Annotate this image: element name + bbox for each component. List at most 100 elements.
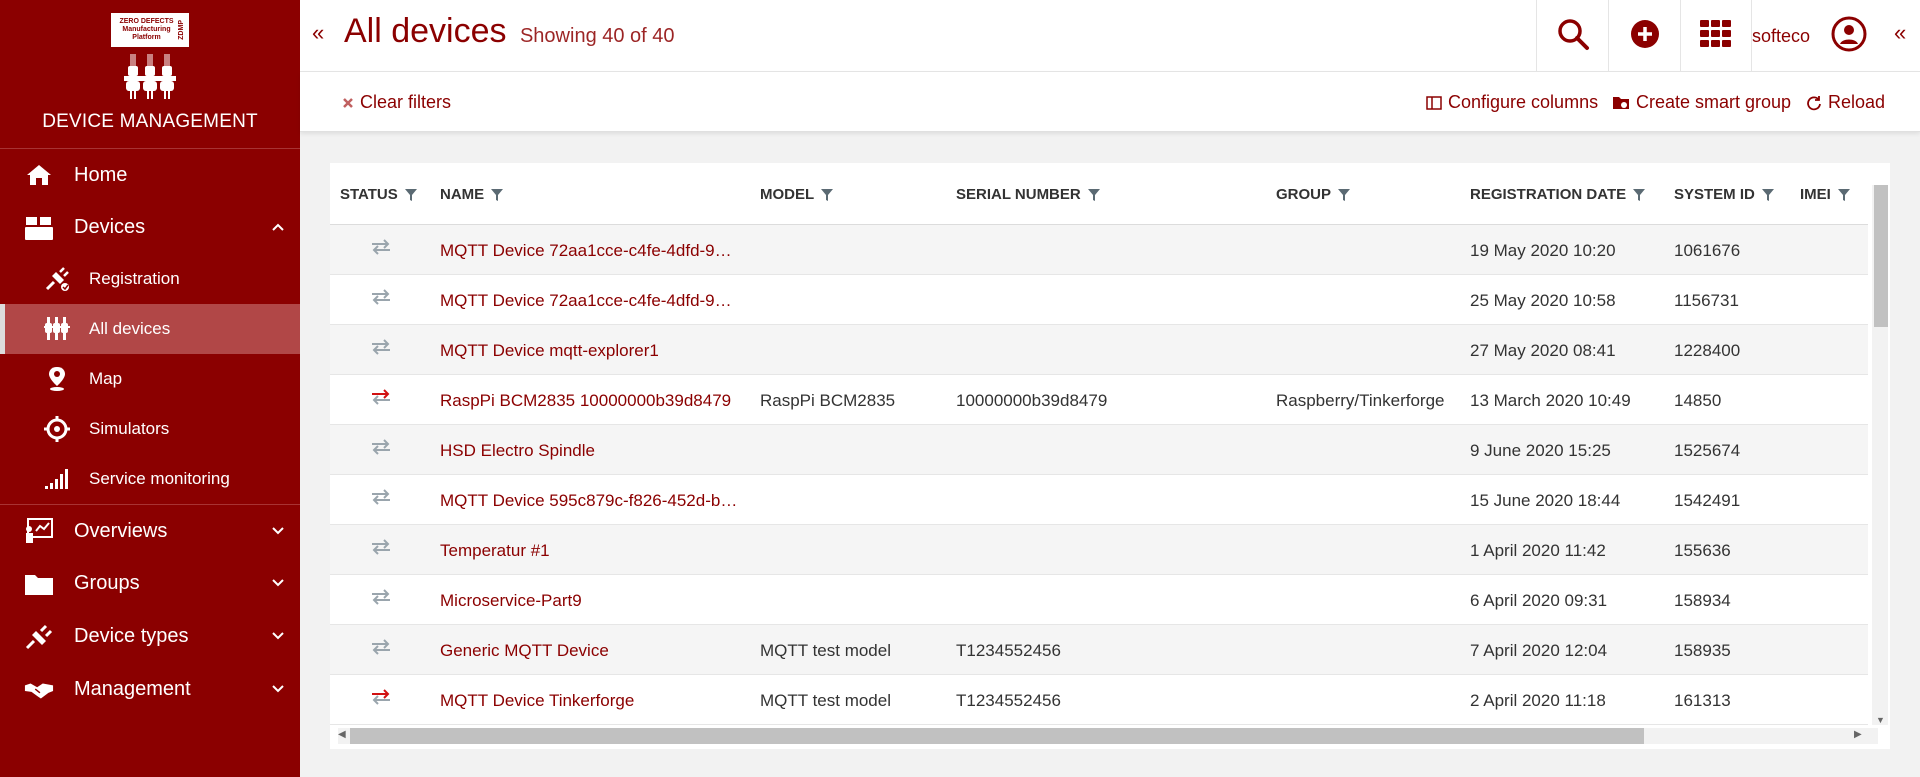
cell-name[interactable]: Temperatur #1 xyxy=(440,541,550,561)
cell-system-id: 1542491 xyxy=(1674,491,1741,510)
column-header[interactable]: IMEI xyxy=(1800,186,1851,203)
zdmp-logo: ZERO DEFECTS Manufacturing Platform ZDMP xyxy=(110,12,190,48)
cell-system-id: 155636 xyxy=(1674,541,1731,560)
table-row[interactable]: MQTT Device 72aa1cce-c4fe-4dfd-9… 19 May … xyxy=(330,225,1868,275)
cell-name[interactable]: HSD Electro Spindle xyxy=(440,441,595,461)
column-header-label: SERIAL NUMBER xyxy=(956,186,1081,203)
nav-all-devices-label: All devices xyxy=(89,319,171,338)
cell-date: 6 April 2020 09:31 xyxy=(1470,591,1608,610)
page-title-text: All devices xyxy=(344,12,507,50)
column-header[interactable]: GROUP xyxy=(1276,186,1351,203)
nav-service-monitoring-label: Service monitoring xyxy=(89,469,230,488)
nav-item-map[interactable]: Map xyxy=(0,354,300,404)
status-arrows-icon xyxy=(370,689,392,710)
clear-filters-button[interactable]: Clear filters xyxy=(342,92,451,113)
cell-model: MQTT test model xyxy=(760,691,891,710)
filter-icon[interactable] xyxy=(1632,188,1646,202)
table-row[interactable]: RaspPi BCM2835 10000000b39d8479 RaspPi BC… xyxy=(330,375,1868,425)
nav-item-groups[interactable]: Groups xyxy=(0,557,300,610)
sidebar: ZERO DEFECTS Manufacturing Platform ZDMP… xyxy=(0,0,300,777)
close-icon xyxy=(342,97,354,109)
collapse-right-panel-icon[interactable]: « xyxy=(1894,20,1906,46)
vertical-scroll-thumb[interactable] xyxy=(1874,185,1888,327)
filter-icon[interactable] xyxy=(404,188,418,202)
user-name[interactable]: softeco xyxy=(1752,26,1810,47)
cell-system-id: 14850 xyxy=(1674,391,1722,410)
logo-side-text: ZDMP xyxy=(177,20,185,40)
table-row[interactable]: Temperatur #1 1 April 2020 11:42 155636 xyxy=(330,525,1868,575)
nav-item-devices[interactable]: Devices xyxy=(0,201,300,254)
search-icon xyxy=(1556,17,1590,56)
app-switcher-button[interactable] xyxy=(1680,0,1752,72)
table-row[interactable]: MQTT Device 72aa1cce-c4fe-4dfd-9… 25 May … xyxy=(330,275,1868,325)
column-header[interactable]: REGISTRATION DATE xyxy=(1470,186,1646,203)
reload-label: Reload xyxy=(1828,92,1886,112)
cell-name[interactable]: Generic MQTT Device xyxy=(440,641,609,661)
column-header[interactable]: NAME xyxy=(440,186,504,203)
table-row[interactable]: Generic MQTT Device MQTT test model T12345… xyxy=(330,625,1868,675)
cell-name[interactable]: MQTT Device 72aa1cce-c4fe-4dfd-9… xyxy=(440,291,732,311)
cell-system-id: 158934 xyxy=(1674,591,1731,610)
status-arrows-icon xyxy=(370,589,392,610)
nav-item-all-devices[interactable]: All devices xyxy=(0,304,300,354)
table-row[interactable]: HSD Electro Spindle 9 June 2020 15:25 1525… xyxy=(330,425,1868,475)
column-header[interactable]: SYSTEM ID xyxy=(1674,186,1775,203)
cell-system-id: 1228400 xyxy=(1674,341,1741,360)
status-arrows-icon xyxy=(370,439,392,460)
table-row[interactable]: Microservice-Part9 6 April 2020 09:31 1589… xyxy=(330,575,1868,625)
search-button[interactable] xyxy=(1536,0,1608,72)
filter-icon[interactable] xyxy=(1087,188,1101,202)
filter-icon[interactable] xyxy=(1337,188,1351,202)
nav-item-service-monitoring[interactable]: Service monitoring xyxy=(0,454,300,504)
collapse-sidebar-icon[interactable]: « xyxy=(312,20,324,46)
cell-name[interactable]: MQTT Device Tinkerforge xyxy=(440,691,634,711)
column-header[interactable]: SERIAL NUMBER xyxy=(956,186,1101,203)
scroll-left-arrow-icon[interactable]: ◀ xyxy=(338,729,346,740)
add-button[interactable] xyxy=(1608,0,1680,72)
horizontal-scrollbar[interactable]: ◀ ▶ xyxy=(330,725,1886,744)
nav-device-types-label: Device types xyxy=(74,625,189,647)
chevron-down-icon xyxy=(272,628,284,643)
scroll-down-arrow-icon[interactable]: ▼ xyxy=(1876,715,1885,725)
column-header-label: REGISTRATION DATE xyxy=(1470,186,1627,203)
table-row[interactable]: MQTT Device 595c879c-f826-452d-b… 15 June… xyxy=(330,475,1868,525)
filter-icon[interactable] xyxy=(490,188,504,202)
column-header[interactable]: STATUS xyxy=(340,186,418,203)
nav-item-registration[interactable]: Registration xyxy=(0,254,300,304)
column-header-label: GROUP xyxy=(1276,186,1332,203)
map-marker-icon xyxy=(44,366,70,392)
column-header[interactable]: MODEL xyxy=(760,186,834,203)
nav-item-simulators[interactable]: Simulators xyxy=(0,404,300,454)
cell-name[interactable]: MQTT Device 72aa1cce-c4fe-4dfd-9… xyxy=(440,241,732,261)
user-menu-button[interactable] xyxy=(1825,12,1873,60)
filter-icon[interactable] xyxy=(1761,188,1775,202)
nav-item-home[interactable]: Home xyxy=(0,148,300,201)
create-smart-group-button[interactable]: Create smart group xyxy=(1612,92,1791,113)
simulators-icon xyxy=(44,416,70,442)
nav-devices-label: Devices xyxy=(74,216,146,238)
vertical-scrollbar[interactable]: ▼ xyxy=(1872,185,1888,725)
cell-name[interactable]: Microservice-Part9 xyxy=(440,591,582,611)
cell-name[interactable]: RaspPi BCM2835 10000000b39d8479 xyxy=(440,391,731,411)
cell-name[interactable]: MQTT Device 595c879c-f826-452d-b… xyxy=(440,491,737,511)
cell-date: 1 April 2020 11:42 xyxy=(1470,541,1606,560)
nav-item-management[interactable]: Management xyxy=(0,663,300,716)
cell-system-id: 161313 xyxy=(1674,691,1731,710)
nav-item-device-types[interactable]: Device types xyxy=(0,610,300,663)
filter-icon[interactable] xyxy=(1837,188,1851,202)
cell-name[interactable]: MQTT Device mqtt-explorer1 xyxy=(440,341,659,361)
nav-groups-label: Groups xyxy=(74,572,140,594)
nav-item-overviews[interactable]: Overviews xyxy=(0,504,300,557)
cell-date: 19 May 2020 10:20 xyxy=(1470,241,1616,260)
cell-model: MQTT test model xyxy=(760,641,891,660)
scroll-right-arrow-icon[interactable]: ▶ xyxy=(1854,729,1862,740)
status-arrows-icon xyxy=(370,539,392,560)
reload-button[interactable]: Reload xyxy=(1806,92,1885,113)
cell-date: 13 March 2020 10:49 xyxy=(1470,391,1631,410)
configure-columns-button[interactable]: Configure columns xyxy=(1426,92,1598,113)
table-row[interactable]: MQTT Device mqtt-explorer1 27 May 2020 08… xyxy=(330,325,1868,375)
table-row[interactable]: MQTT Device Tinkerforge MQTT test model T1… xyxy=(330,675,1868,725)
filter-icon[interactable] xyxy=(820,188,834,202)
cell-serial: T1234552456 xyxy=(956,641,1061,660)
horizontal-scroll-thumb[interactable] xyxy=(350,728,1644,744)
